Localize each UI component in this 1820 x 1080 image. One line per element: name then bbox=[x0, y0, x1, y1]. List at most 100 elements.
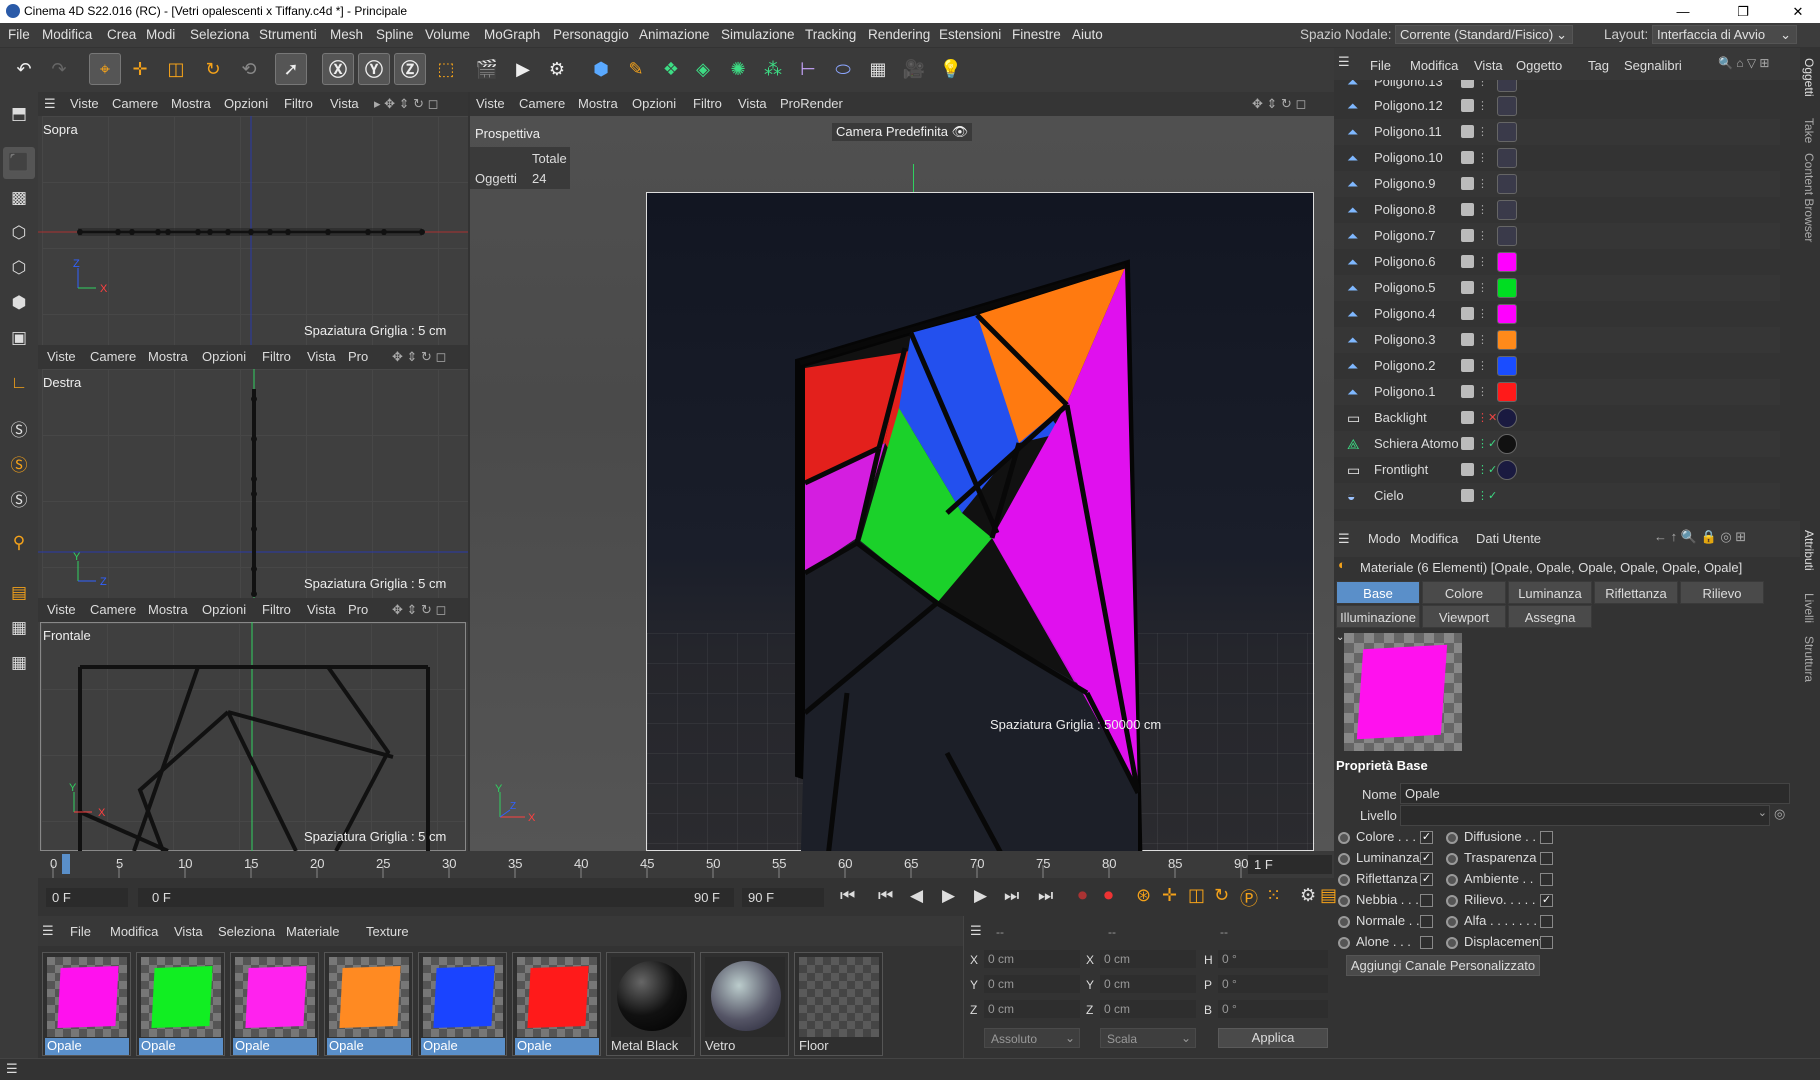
viewport-right[interactable]: Viste Camere Mostra Opzioni Filtro Vista… bbox=[38, 345, 468, 598]
pos-x-field[interactable]: 0 cm bbox=[984, 950, 1080, 968]
nome-input[interactable]: Opale bbox=[1400, 783, 1790, 804]
make-editable-icon[interactable]: ⬒ bbox=[3, 98, 35, 130]
tab-struttura[interactable]: Struttura bbox=[1802, 636, 1816, 682]
uv-mode-icon[interactable]: ▣ bbox=[3, 322, 35, 354]
move-icon[interactable]: ✛ bbox=[124, 53, 156, 85]
tab-illuminazione[interactable]: Illuminazione bbox=[1336, 605, 1420, 628]
redo-icon[interactable]: ↷ bbox=[43, 53, 75, 85]
object-row[interactable]: ⏶ Poligono.12 ⋮ bbox=[1334, 93, 1780, 119]
material-tag[interactable] bbox=[1497, 148, 1517, 168]
snap-icon[interactable]: Ⓢ bbox=[3, 412, 35, 444]
object-row[interactable]: ▭ Backlight ⋮✕ bbox=[1334, 405, 1780, 431]
material-tag[interactable] bbox=[1497, 122, 1517, 142]
snap-settings-icon[interactable]: Ⓢ bbox=[3, 447, 35, 479]
vp-right-opzioni[interactable]: Opzioni bbox=[202, 349, 246, 364]
visibility-flag[interactable] bbox=[1461, 255, 1474, 268]
ch-rilievo-checkbox[interactable]: ✓ bbox=[1540, 894, 1553, 907]
ch-luminanza-checkbox[interactable]: ✓ bbox=[1420, 852, 1433, 865]
size-z-field[interactable]: 0 cm bbox=[1100, 1000, 1196, 1018]
tab-oggetti[interactable]: Oggetti bbox=[1802, 58, 1816, 97]
locked-workplane-icon[interactable]: ▦ bbox=[3, 647, 35, 679]
visibility-flag[interactable] bbox=[1461, 203, 1474, 216]
menu-crea[interactable]: Crea bbox=[107, 27, 136, 42]
scale-key-icon[interactable]: ◫ bbox=[1188, 885, 1205, 906]
go-to-start-icon[interactable]: ⏮ bbox=[840, 886, 855, 906]
rotation-key-icon[interactable]: ↻ bbox=[1214, 885, 1229, 906]
dots-icon[interactable]: ⋮ bbox=[1477, 125, 1488, 138]
mm-menu-materiale[interactable]: Materiale bbox=[286, 924, 339, 939]
om-menu-tag[interactable]: Tag bbox=[1588, 58, 1609, 73]
object-row[interactable]: ⏶ Poligono.9 ⋮ bbox=[1334, 171, 1780, 197]
visibility-flag[interactable] bbox=[1461, 385, 1474, 398]
hamburger-icon[interactable]: ☰ bbox=[970, 923, 982, 939]
anim-radio[interactable] bbox=[1338, 895, 1350, 907]
ch-riflettanza-checkbox[interactable]: ✓ bbox=[1420, 873, 1433, 886]
anim-radio[interactable] bbox=[1446, 916, 1458, 928]
ch-ambiente-checkbox[interactable] bbox=[1540, 873, 1553, 886]
dots-icon[interactable]: ⋮ bbox=[1477, 307, 1488, 320]
visibility-flag[interactable] bbox=[1461, 489, 1474, 502]
menu-finestre[interactable]: Finestre bbox=[1012, 27, 1061, 42]
target-tag-icon[interactable] bbox=[1497, 408, 1517, 428]
vp-front-vista[interactable]: Vista bbox=[307, 602, 336, 617]
next-key-icon[interactable]: ⏭ bbox=[1004, 886, 1019, 906]
rot-h-field[interactable]: 0 ° bbox=[1218, 950, 1328, 968]
disabled-x-icon[interactable]: ⋮✕ bbox=[1477, 411, 1497, 424]
record-icon[interactable]: ⏺ bbox=[1078, 885, 1087, 906]
om-menu-vista[interactable]: Vista bbox=[1474, 58, 1503, 73]
visibility-flag[interactable] bbox=[1461, 281, 1474, 294]
material-swatch[interactable]: Metal Black bbox=[606, 952, 695, 1056]
dots-icon[interactable]: ⋮ bbox=[1477, 255, 1488, 268]
lock-workplane-icon[interactable]: ⚲ bbox=[3, 527, 35, 559]
add-channel-button[interactable]: Aggiungi Canale Personalizzato bbox=[1346, 955, 1540, 976]
object-row[interactable]: ⏶ Poligono.3 ⋮ bbox=[1334, 327, 1780, 353]
vp-right-vista[interactable]: Vista bbox=[307, 349, 336, 364]
menu-simulazione[interactable]: Simulazione bbox=[721, 27, 795, 42]
object-row[interactable]: ⏶ Poligono.2 ⋮ bbox=[1334, 353, 1780, 379]
viewport-nav-icons[interactable]: ✥ ⇕ ↻ ◻ bbox=[392, 349, 446, 365]
attr-menu-modifica[interactable]: Modifica bbox=[1410, 531, 1458, 546]
viewport-nav-icons[interactable]: ✥ ⇕ ↻ ◻ bbox=[392, 602, 446, 618]
deformer-icon[interactable]: ⊢ bbox=[792, 53, 824, 85]
viewport-nav-icons[interactable]: ▸ ✥ ⇕ ↻ ◻ bbox=[374, 96, 438, 112]
vp-front-opzioni[interactable]: Opzioni bbox=[202, 602, 246, 617]
go-to-end-icon[interactable]: ⏭ bbox=[1038, 886, 1053, 906]
om-menu-segnalibri[interactable]: Segnalibri bbox=[1624, 58, 1682, 73]
undo-icon[interactable]: ↶ bbox=[8, 53, 40, 85]
hamburger-icon[interactable]: ☰ bbox=[1338, 54, 1350, 70]
material-swatch[interactable]: Opale bbox=[512, 952, 601, 1056]
menu-mesh[interactable]: Mesh bbox=[330, 27, 363, 42]
tab-attributi[interactable]: Attributi bbox=[1802, 530, 1816, 571]
om-menu-modifica[interactable]: Modifica bbox=[1410, 58, 1458, 73]
object-row[interactable]: ⏶ Poligono.1 ⋮ bbox=[1334, 379, 1780, 405]
visibility-flag[interactable] bbox=[1461, 177, 1474, 190]
material-tag[interactable] bbox=[1497, 434, 1517, 454]
vp-front-mostra[interactable]: Mostra bbox=[148, 602, 188, 617]
anim-radio[interactable] bbox=[1338, 937, 1350, 949]
material-swatch[interactable]: Opale bbox=[324, 952, 413, 1056]
rotate-icon[interactable]: ↻ bbox=[197, 53, 229, 85]
object-row[interactable]: ⏶ Poligono.7 ⋮ bbox=[1334, 223, 1780, 249]
menu-spline[interactable]: Spline bbox=[376, 27, 414, 42]
tab-assegna[interactable]: Assegna bbox=[1508, 605, 1592, 628]
vp-front-pro[interactable]: Pro bbox=[348, 602, 368, 617]
render-view-icon[interactable]: ▶ bbox=[507, 53, 539, 85]
vp-top-viste[interactable]: Viste bbox=[70, 96, 99, 111]
mm-menu-texture[interactable]: Texture bbox=[366, 924, 409, 939]
visibility-flag[interactable] bbox=[1461, 80, 1474, 88]
material-swatch[interactable]: Floor bbox=[794, 952, 883, 1056]
object-row[interactable]: ⏶ Poligono.10 ⋮ bbox=[1334, 145, 1780, 171]
spazio-nodale-select[interactable]: Corrente (Standard/Fisico) ⌄ bbox=[1395, 25, 1573, 44]
visibility-flag[interactable] bbox=[1461, 151, 1474, 164]
visibility-flag[interactable] bbox=[1461, 463, 1474, 476]
menu-seleziona[interactable]: Seleziona bbox=[190, 27, 249, 42]
visibility-flag[interactable] bbox=[1461, 99, 1474, 112]
clapper-icon[interactable]: 🎬 bbox=[471, 53, 503, 85]
visibility-flag[interactable] bbox=[1461, 333, 1474, 346]
array-icon[interactable]: ⁂ bbox=[757, 53, 789, 85]
target-tag-icon[interactable] bbox=[1497, 460, 1517, 480]
mograph-cloner-icon[interactable]: ✺ bbox=[722, 53, 754, 85]
mm-menu-seleziona[interactable]: Seleziona bbox=[218, 924, 275, 939]
pen-icon[interactable]: ✎ bbox=[620, 53, 652, 85]
x-axis-icon[interactable]: Ⓧ bbox=[322, 53, 354, 85]
